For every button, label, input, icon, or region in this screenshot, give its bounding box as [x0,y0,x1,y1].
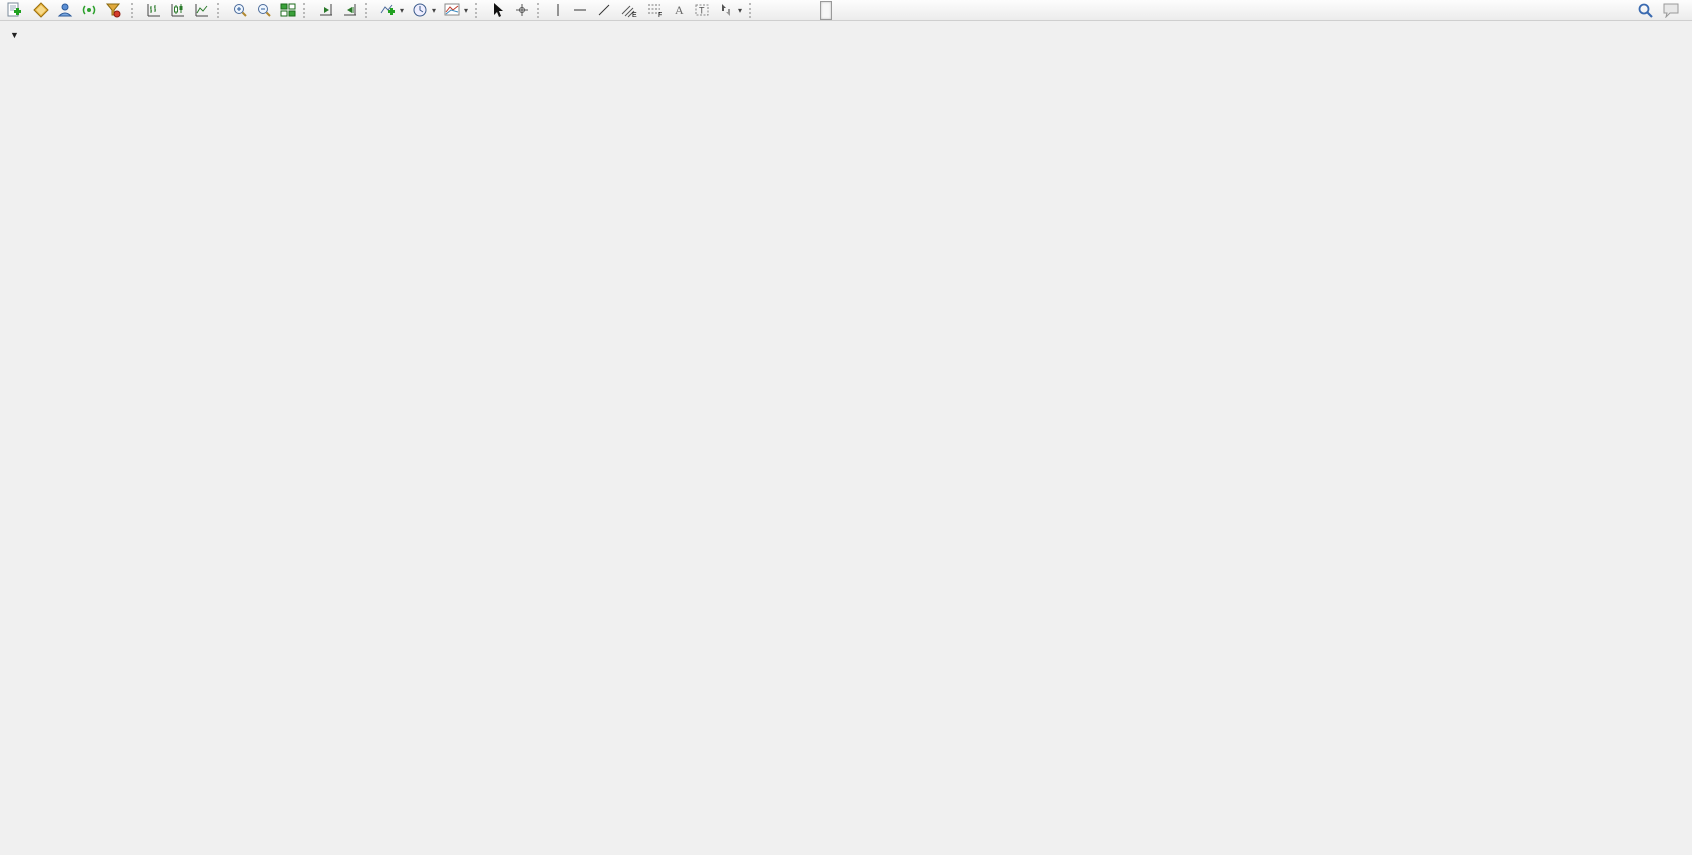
metaeditor-button[interactable] [29,0,53,20]
crosshair-tool-button[interactable] [510,0,534,20]
funnel-icon [105,2,121,18]
community-button[interactable] [53,0,77,20]
toolbar-grip [217,3,225,18]
toolbar-grip [365,3,373,18]
zoom-in-icon [232,2,248,18]
zoom-out-button[interactable] [252,0,276,20]
candlestick-chart-button[interactable] [166,0,190,20]
auto-scroll-button[interactable] [314,0,338,20]
zoom-out-icon [256,2,272,18]
search-icon[interactable] [1637,2,1654,19]
chart-header: ▼ [10,27,32,41]
vertical-line-tool-button[interactable] [548,0,568,20]
zoom-in-button[interactable] [228,0,252,20]
text-label-tool-button[interactable]: T [690,0,714,20]
periods-button[interactable]: ▾ [408,0,440,20]
tf-h1[interactable] [808,1,820,20]
toolbar-grip [749,3,757,18]
candlestick-icon [170,2,186,18]
chat-bubble-icon [1662,2,1680,18]
svg-text:F: F [658,12,662,18]
dropdown-arrow-icon: ▾ [400,6,404,15]
tile-windows-button[interactable] [276,0,300,20]
toolbar: ▾ ▾ ▾ E F A T ▾ [0,0,1692,21]
tf-m15[interactable] [784,1,796,20]
dropdown-arrow-icon: ▾ [464,6,468,15]
tile-windows-icon [280,2,296,18]
cursor-tool-button[interactable] [486,0,510,20]
tf-d1[interactable] [832,1,844,20]
fibonacci-tool-button[interactable]: F [642,0,668,20]
horizontal-line-tool-button[interactable] [568,0,592,20]
arrows-tool-button[interactable]: ▾ [714,0,746,20]
svg-text:E: E [632,12,637,18]
text-tool-button[interactable]: A [668,0,690,20]
clock-icon [412,2,428,18]
channel-icon: E [620,2,638,18]
toolbar-grip [475,3,483,18]
text-label-icon: T [694,2,710,18]
tf-mn[interactable] [856,1,868,20]
text-icon: A [672,2,686,18]
line-chart-icon [194,2,210,18]
indicators-icon [380,2,396,18]
svg-text:T: T [699,6,705,16]
trendline-icon [596,2,612,18]
tf-w1[interactable] [844,1,856,20]
dropdown-arrow-icon: ▾ [432,6,436,15]
line-chart-button[interactable] [190,0,214,20]
person-icon [57,2,73,18]
equidistant-channel-tool-button[interactable]: E [616,0,642,20]
cursor-icon [490,2,506,18]
vertical-line-icon [552,2,564,18]
broadcast-icon [81,2,97,18]
notifications-button[interactable] [1662,2,1680,18]
bar-chart-icon [146,2,162,18]
svg-text:A: A [675,3,684,17]
auto-scroll-icon [318,2,334,18]
dropdown-arrow-icon: ▾ [738,6,742,15]
tf-m5[interactable] [772,1,784,20]
fibonacci-icon: F [646,2,664,18]
chart-plot[interactable] [0,21,1692,855]
horizontal-line-icon [572,2,588,18]
chart-shift-button[interactable] [338,0,362,20]
template-icon [444,2,460,18]
auto-trading-button[interactable] [101,0,128,20]
new-order-button[interactable] [2,0,29,20]
toolbar-grip [537,3,545,18]
trading-terminal: { "toolbar": { "new_order_label": "新订单",… [0,0,1692,855]
crosshair-icon [514,2,530,18]
new-order-icon [6,2,22,18]
chart-menu-icon[interactable]: ▼ [10,30,19,40]
tf-m30[interactable] [796,1,808,20]
chart-shift-icon [342,2,358,18]
signal-button[interactable] [77,0,101,20]
templates-button[interactable]: ▾ [440,0,472,20]
indicators-button[interactable]: ▾ [376,0,408,20]
toolbar-grip [131,3,139,18]
arrows-icon [718,2,734,18]
tf-m1[interactable] [760,1,772,20]
tf-h4-active[interactable] [820,1,832,20]
bar-chart-button[interactable] [142,0,166,20]
gold-diamond-icon [33,2,49,18]
toolbar-grip [303,3,311,18]
trendline-tool-button[interactable] [592,0,616,20]
